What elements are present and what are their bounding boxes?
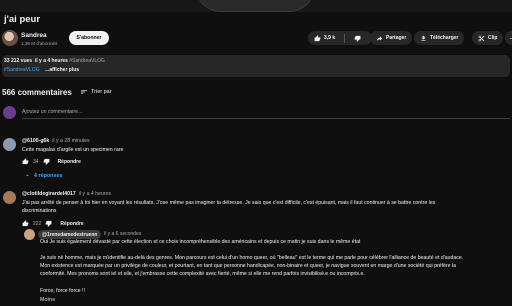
video-title: j'ai peur	[4, 14, 41, 25]
channel-name[interactable]: Sandrea	[21, 32, 47, 39]
scissors-icon	[478, 35, 485, 41]
like-dislike-group: 3,9 k	[308, 31, 372, 45]
download-icon	[421, 35, 426, 41]
reply-text-line: Je suis né homme, mais je m'identifie au…	[40, 255, 464, 261]
video-frame-graphic	[195, 0, 315, 12]
thumbs-down-icon[interactable]	[43, 158, 50, 165]
show-more-link[interactable]: ...afficher plus	[45, 67, 79, 73]
comment-author[interactable]: @6100-g6k il y a 28 minutes	[22, 138, 90, 144]
like-button[interactable]: 3,9 k	[308, 31, 341, 45]
reply-text-line: Force, force force !!	[40, 288, 85, 294]
view-replies-button[interactable]: 4 réponses	[24, 172, 62, 179]
add-comment-underline	[22, 118, 510, 119]
comment-time[interactable]: il y a 4 heures	[79, 191, 111, 197]
add-comment-input[interactable]: Ajoutez un commentaire...	[22, 109, 82, 115]
author-handle[interactable]: @clotildegirardel4017	[22, 191, 76, 197]
show-less-link[interactable]: Moins	[40, 296, 55, 304]
chevron-down-icon	[26, 174, 29, 177]
author-handle[interactable]: @6100-g6k	[22, 138, 49, 144]
reply-text-line: Mon existence est marquée par un privilè…	[40, 263, 456, 269]
comment-author[interactable]: @clotildegirardel4017 il y a 4 heures	[22, 191, 111, 197]
comments-count: 566 commentaires	[2, 88, 72, 97]
reply-button[interactable]: Répondre	[60, 221, 83, 227]
reply-text-line: conformité. Mes pronoms sont iel et elle…	[40, 271, 365, 277]
comment-like-count: 34	[33, 158, 39, 165]
comment-actions: 222 Répondre	[22, 220, 84, 227]
comment-avatar[interactable]	[3, 191, 16, 204]
share-arrow-icon	[376, 35, 383, 41]
reply-button[interactable]: Répondre	[58, 159, 81, 165]
reply-avatar[interactable]	[24, 229, 35, 240]
inline-hashtag: #SandreaVLOG	[69, 58, 105, 64]
comment-actions: 34 Répondre	[22, 158, 81, 165]
like-divider	[344, 33, 346, 43]
hashtag-link[interactable]: #SandreaVLOG	[4, 67, 40, 73]
description-text: #SandreaVLOG ...afficher plus	[4, 67, 79, 73]
download-button[interactable]: Télécharger	[414, 31, 465, 45]
sort-label: Trier par	[91, 89, 112, 95]
comment-like-count: 222	[33, 220, 42, 227]
thumbs-down-icon	[354, 35, 361, 42]
reply-text-line: Oui Je suis également dévasté par cette …	[40, 239, 361, 245]
video-player-bottom[interactable]	[0, 0, 512, 12]
user-avatar	[3, 106, 16, 119]
comment-text: Cette magalax d'argile est un specimen r…	[22, 147, 124, 153]
thumbs-up-icon[interactable]	[22, 220, 29, 227]
reply-time[interactable]: il y a 6 secondes	[104, 231, 141, 237]
view-count: 33 212 vues	[4, 58, 33, 64]
comment-text-line: discriminations	[22, 208, 57, 214]
like-count: 3,9 k	[324, 35, 336, 41]
comment-time[interactable]: il y a 28 minutes	[52, 138, 89, 144]
comment-text-line: J'ai pas arrêté de penser à toi hier en …	[22, 200, 436, 206]
download-label: Télécharger	[430, 35, 459, 41]
comment-avatar[interactable]	[3, 138, 16, 151]
thumbs-up-icon[interactable]	[22, 158, 29, 165]
more-actions-button[interactable]: ...	[505, 31, 512, 45]
dislike-button[interactable]	[348, 31, 367, 45]
replies-count: 4 réponses	[34, 172, 63, 179]
clip-button[interactable]: Clip	[472, 31, 504, 45]
share-button[interactable]: Partager	[370, 31, 413, 45]
thumbs-up-icon	[314, 34, 321, 41]
thumbs-down-icon[interactable]	[45, 220, 52, 227]
channel-avatar[interactable]	[2, 30, 18, 46]
description-meta: 33 212 vues il y a 4 heures #SandreaVLOG	[4, 58, 105, 64]
subscriber-count: 1,38 M d'abonnés	[21, 41, 58, 46]
share-label: Partager	[386, 35, 407, 41]
sort-comments-button[interactable]: Trier par	[80, 88, 112, 96]
subscribe-button[interactable]: S'abonner	[69, 31, 109, 45]
clip-label: Clip	[488, 35, 498, 41]
upload-age: il y a 4 heures	[34, 58, 68, 64]
sort-icon	[81, 90, 87, 94]
